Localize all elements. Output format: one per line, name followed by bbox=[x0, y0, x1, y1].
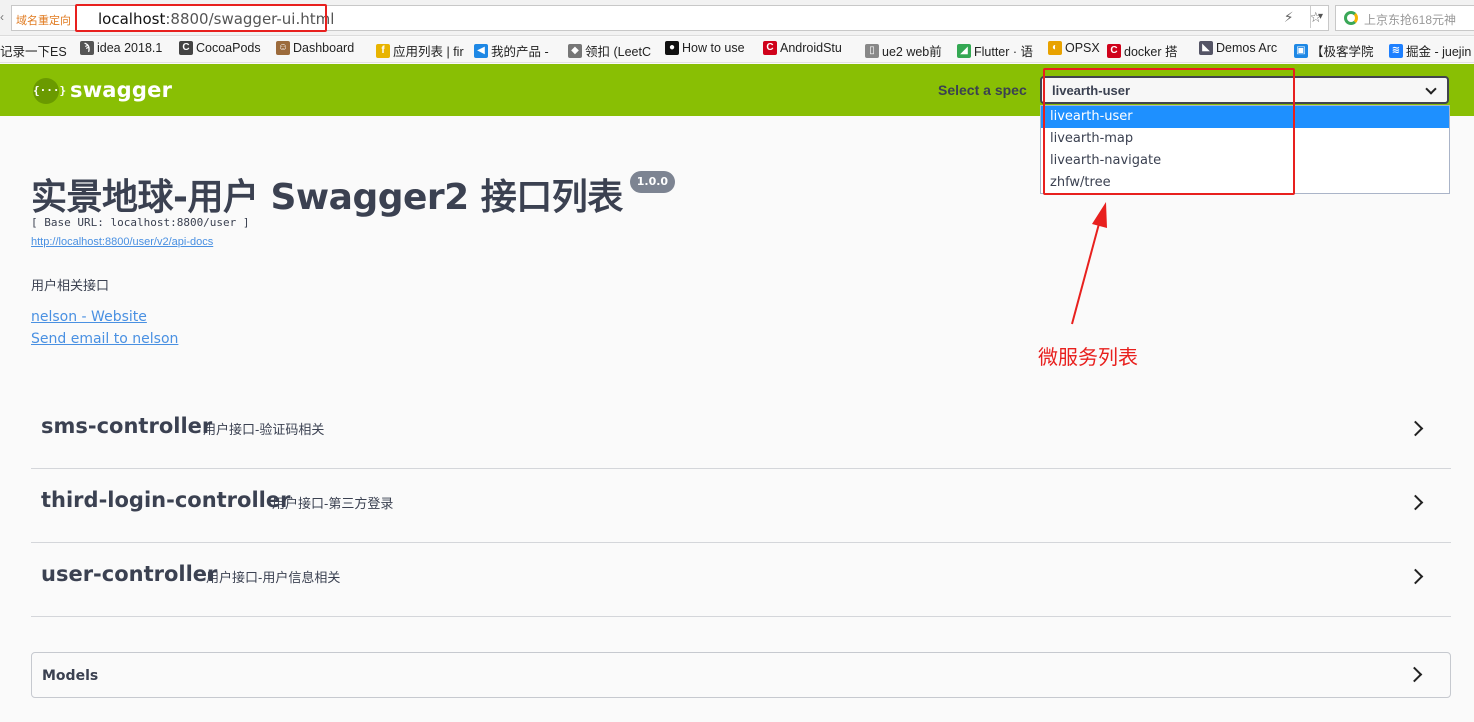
controller-third-login[interactable]: third-login-controller 用户接口-第三方登录 bbox=[31, 469, 1451, 543]
annotation-url-box bbox=[75, 4, 327, 32]
chevron-right-icon[interactable] bbox=[1406, 666, 1423, 683]
contact-website-link[interactable]: nelson - Website bbox=[31, 309, 147, 325]
bookmark-favicon-icon: ◐ bbox=[1048, 41, 1062, 55]
contact-email-link[interactable]: Send email to nelson bbox=[31, 331, 178, 347]
bookmark-item[interactable]: 记录一下ES bbox=[0, 41, 67, 60]
bookmark-favicon-icon: ϡ bbox=[80, 41, 94, 55]
controller-description: 用户接口-验证码相关 bbox=[203, 422, 325, 437]
bookmark-favicon-icon: ◣ bbox=[1199, 41, 1213, 55]
bookmark-favicon-icon: ● bbox=[665, 41, 679, 55]
bookmark-label: AndroidStu bbox=[780, 41, 842, 55]
bookmark-item[interactable]: ◆ 领扣 (LeetC bbox=[568, 41, 651, 60]
bookmark-favicon-icon: ◆ bbox=[568, 43, 582, 58]
bookmark-favicon-icon: C bbox=[1107, 43, 1121, 58]
search-text: 上京东抢618元神 bbox=[1364, 13, 1457, 27]
bookmark-favicon-icon: f bbox=[376, 43, 390, 58]
bookmarks-bar: 记录一下ES ϡ idea 2018.1 C CocoaPods ☺ Dashboard f 应… bbox=[0, 37, 1474, 63]
back-icon[interactable]: ‹ bbox=[0, 10, 4, 24]
bookmark-favicon-icon: ◀ bbox=[474, 43, 488, 58]
bookmark-label: idea 2018.1 bbox=[97, 41, 163, 55]
bookmark-label: How to use bbox=[682, 41, 745, 55]
api-docs-link[interactable]: http://localhost:8800/user/v2/api-docs bbox=[31, 236, 213, 248]
chevron-right-icon[interactable] bbox=[1407, 568, 1424, 585]
chevron-right-icon[interactable] bbox=[1407, 494, 1424, 511]
bookmark-favicon-icon: ◢ bbox=[957, 43, 971, 58]
browser-search-field[interactable]: 上京东抢618元神 bbox=[1335, 5, 1474, 31]
controller-description: 用户接口-第三方登录 bbox=[272, 496, 394, 511]
bookmark-label: 【极客学院 bbox=[1311, 45, 1374, 59]
bookmark-label: 应用列表 | fir bbox=[393, 45, 464, 59]
api-description: 用户相关接口 bbox=[31, 278, 110, 293]
bookmark-item[interactable]: ≋ 掘金 - juejin bbox=[1389, 41, 1471, 60]
bookmark-label: OPSX bbox=[1065, 41, 1100, 55]
controller-name: user-controller bbox=[41, 562, 218, 586]
bookmark-item[interactable]: ◐ OPSX bbox=[1048, 41, 1100, 55]
bookmark-label: Demos Arc bbox=[1216, 41, 1278, 55]
bookmark-label: 领扣 (LeetC bbox=[585, 45, 651, 59]
bookmark-item[interactable]: C CocoaPods bbox=[179, 41, 261, 55]
controller-name: third-login-controller bbox=[41, 488, 291, 512]
bookmark-label: CocoaPods bbox=[196, 41, 261, 55]
chevron-right-icon[interactable] bbox=[1407, 420, 1424, 437]
bookmark-item[interactable]: ● How to use bbox=[665, 41, 745, 55]
bookmark-label: Flutter · 语 bbox=[974, 45, 1034, 59]
select-spec-label: Select a spec bbox=[938, 82, 1027, 98]
bookmark-label: 掘金 - juejin bbox=[1406, 45, 1472, 59]
models-label: Models bbox=[42, 668, 99, 684]
controller-sms[interactable]: sms-controller 用户接口-验证码相关 bbox=[31, 395, 1451, 469]
redirect-tag: 域名重定向 bbox=[16, 15, 71, 27]
version-badge: 1.0.0 bbox=[629, 171, 676, 193]
annotation-spec-box bbox=[1043, 68, 1295, 195]
bookmark-label: docker 搭 bbox=[1124, 45, 1178, 59]
swagger-ui-browser-window: ‹ 域名重定向 localhost:8800/swagger-ui.html ⚡… bbox=[0, 0, 1474, 722]
models-section[interactable]: Models bbox=[31, 652, 1451, 698]
bookmark-label: 我的产品 - bbox=[491, 45, 549, 59]
bookmark-item[interactable]: f 应用列表 | fir bbox=[376, 41, 464, 60]
bookmark-favicon-icon: ≋ bbox=[1389, 43, 1403, 58]
bookmark-item[interactable]: ☺ Dashboard bbox=[276, 41, 354, 55]
bookmark-item[interactable]: ϡ idea 2018.1 bbox=[80, 41, 162, 55]
page-title: 实景地球-用户 Swagger2 接口列表 bbox=[31, 177, 623, 218]
bookmark-label: Dashboard bbox=[293, 41, 355, 55]
bookmark-favicon-icon: C bbox=[763, 41, 777, 55]
controller-description: 用户接口-用户信息相关 bbox=[206, 570, 341, 585]
api-title-row: 实景地球-用户 Swagger2 接口列表 1.0.0 bbox=[31, 168, 676, 220]
chevron-down-icon bbox=[1425, 83, 1437, 95]
bookmark-item[interactable]: ◣ Demos Arc bbox=[1199, 41, 1277, 55]
controller-name: sms-controller bbox=[41, 414, 213, 438]
bookmark-favicon-icon: ▯ bbox=[865, 43, 879, 58]
bookmark-item[interactable]: Cdocker 搭 bbox=[1107, 41, 1178, 60]
base-url: [ Base URL: localhost:8800/user ] bbox=[31, 216, 250, 229]
bookmark-favicon-icon: C bbox=[179, 41, 193, 55]
bookmark-item[interactable]: C AndroidStu bbox=[763, 41, 842, 55]
controller-user[interactable]: user-controller 用户接口-用户信息相关 bbox=[31, 543, 1451, 617]
bookmark-label: ue2 web前 bbox=[882, 45, 942, 59]
swagger-logo-text[interactable]: swagger bbox=[70, 78, 172, 102]
annotation-arrow-icon bbox=[1071, 202, 1107, 325]
bookmark-item[interactable]: ◀ 我的产品 - bbox=[474, 41, 549, 60]
bookmark-favicon-icon: ☺ bbox=[276, 41, 290, 55]
url-dropdown-icon[interactable]: ▾ bbox=[1310, 6, 1330, 28]
search-engine-icon bbox=[1344, 11, 1358, 25]
swagger-logo-icon[interactable]: {···} bbox=[33, 78, 66, 104]
bookmark-favicon-icon: ▣ bbox=[1294, 43, 1308, 58]
annotation-text: 微服务列表 bbox=[1038, 347, 1138, 369]
bookmark-item[interactable]: ◢ Flutter · 语 bbox=[957, 41, 1033, 60]
lightning-icon[interactable]: ⚡ bbox=[1284, 9, 1294, 25]
bookmark-label: 记录一下ES bbox=[0, 45, 67, 59]
bookmark-item[interactable]: ▣ 【极客学院 bbox=[1294, 41, 1374, 60]
bookmark-item[interactable]: ▯ ue2 web前 bbox=[865, 41, 942, 60]
